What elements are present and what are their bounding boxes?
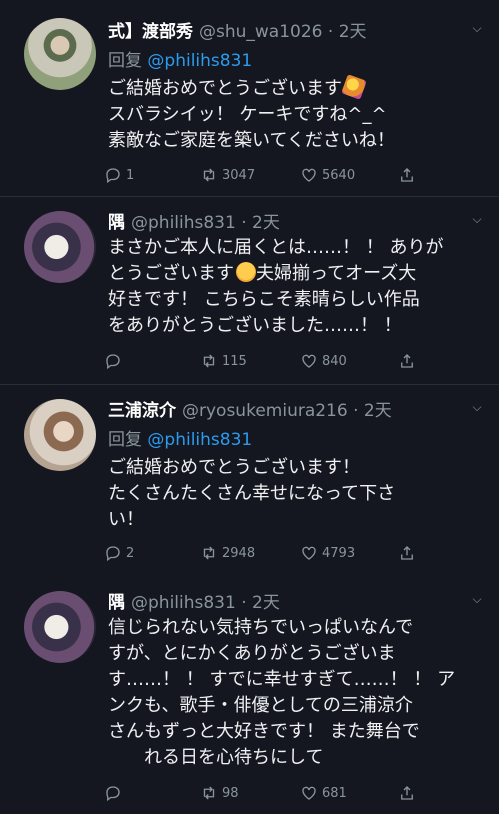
tweet-line: すが、とにかくありがとうございま — [108, 643, 396, 664]
retweet-icon — [203, 168, 215, 182]
reply-prefix: 回复 — [108, 430, 142, 450]
heart-icon — [302, 786, 316, 800]
tweet[interactable]: 式】渡部秀 @shu_wa1026 · 2天 ⌵ 回复 @philihs831 … — [0, 0, 499, 195]
tweet-line: ご結婚おめでとうございます！ — [108, 457, 360, 478]
mention-link[interactable]: @philihs831 — [147, 430, 252, 450]
tweet-line: まさかご本人に届くとは……！ ！ ありが — [108, 237, 444, 258]
tweet-line: れる日を心待ちにして — [144, 747, 324, 768]
share-button[interactable] — [398, 166, 420, 184]
tweet[interactable]: 隅 @philihs831 · 2天 ⌵ 信じられない気持ちでいっぱいなんで す… — [0, 583, 499, 814]
chevron-down-icon[interactable]: ⌵ — [467, 589, 487, 609]
action-bar: 2 2948 4793 — [104, 542, 424, 564]
reply-icon — [106, 546, 120, 562]
reply-button[interactable] — [104, 352, 126, 370]
chevron-down-icon[interactable]: ⌵ — [467, 397, 487, 417]
share-button[interactable] — [398, 544, 420, 562]
tweet-text: ご結婚おめでとうございます スバラシイッ！ ケーキですね^_^ 素敵なご家庭を築… — [108, 74, 468, 154]
tweet-text: まさかご本人に届くとは……！ ！ ありが とうございます 夫婦揃ってオーズ大 好き… — [108, 235, 468, 339]
avatar[interactable] — [24, 591, 96, 663]
reply-button[interactable] — [104, 784, 126, 802]
chevron-down-icon[interactable]: ⌵ — [467, 18, 487, 38]
tweet-line: 素敵なご家庭を築いてくださいね！ — [108, 130, 395, 151]
loudly-crying-face-icon — [236, 262, 256, 282]
party-popper-icon — [341, 74, 367, 100]
like-count: 681 — [322, 785, 347, 801]
like-count: 5640 — [322, 167, 356, 183]
like-button[interactable]: 5640 — [300, 166, 355, 184]
action-bar: 98 681 — [104, 782, 424, 804]
reply-button[interactable]: 1 — [104, 166, 134, 184]
tweet[interactable]: 隅 @philihs831 · 2天 ⌵ まさかご本人に届くとは……！ ！ あり… — [0, 197, 499, 383]
tweet-header: 隅 @philihs831 · 2天 — [108, 588, 280, 613]
display-name[interactable]: 隅 — [108, 588, 125, 613]
display-name[interactable]: 式】渡部秀 — [108, 17, 193, 42]
display-name[interactable]: 隅 — [108, 208, 125, 233]
tweet-line: ご結婚おめでとうございます — [108, 78, 342, 99]
reply-icon — [106, 168, 120, 184]
tweet-line: 信じられない気持ちでいっぱいなんで — [108, 617, 414, 638]
like-count: 4793 — [322, 545, 356, 561]
retweet-button[interactable]: 115 — [200, 352, 247, 370]
share-icon — [401, 546, 413, 560]
retweet-count: 3047 — [222, 167, 256, 183]
tweet-line: とうございます — [108, 263, 234, 284]
retweet-count: 98 — [222, 785, 239, 801]
reply-button[interactable]: 2 — [104, 544, 134, 562]
tweet-line: 好きです！ こちらこそ素晴らしい作品 — [108, 289, 420, 310]
tweet-line: さんもずっと大好きです！ また舞台で — [108, 721, 420, 742]
handle-and-time: @shu_wa1026 · 2天 — [199, 21, 367, 42]
retweet-button[interactable]: 2948 — [200, 544, 255, 562]
display-name[interactable]: 三浦涼介 — [108, 396, 176, 421]
tweet-line: たくさんたくさん幸せになって下さ — [108, 483, 396, 504]
avatar[interactable] — [24, 211, 96, 283]
tweet-line: 夫婦揃ってオーズ大 — [256, 263, 417, 284]
retweet-count: 2948 — [222, 545, 256, 561]
tweet-line: す……！ ！ すでに幸せすぎて……！ ！ ア — [108, 669, 456, 690]
share-button[interactable] — [398, 352, 420, 370]
like-count: 840 — [322, 353, 347, 369]
share-button[interactable] — [398, 784, 420, 802]
action-bar: 1 3047 5640 — [104, 164, 424, 186]
tweet-header: 式】渡部秀 @shu_wa1026 · 2天 — [108, 17, 367, 42]
retweet-icon — [203, 546, 215, 560]
heart-icon — [302, 354, 316, 368]
like-button[interactable]: 4793 — [300, 544, 355, 562]
share-icon — [401, 354, 413, 368]
tweet-header: 三浦涼介 @ryosukemiura216 · 2天 — [108, 396, 392, 421]
retweet-icon — [203, 786, 215, 800]
tweet[interactable]: 三浦涼介 @ryosukemiura216 · 2天 ⌵ 回复 @philihs… — [0, 385, 499, 583]
share-icon — [401, 786, 413, 800]
reply-icon — [106, 354, 120, 370]
action-bar: 115 840 — [104, 350, 424, 372]
reply-count: 1 — [126, 167, 135, 183]
tweet-text: 信じられない気持ちでいっぱいなんで すが、とにかくありがとうございま す……！ … — [108, 615, 468, 771]
retweet-button[interactable]: 3047 — [200, 166, 255, 184]
tweet-text: ご結婚おめでとうございます！ たくさんたくさん幸せになって下さ い！ — [108, 455, 468, 533]
handle-and-time: @ryosukemiura216 · 2天 — [182, 400, 392, 421]
reply-prefix: 回复 — [108, 51, 142, 71]
retweet-button[interactable]: 98 — [200, 784, 239, 802]
tweet-line: スバラシイッ！ ケーキですね^_^ — [108, 104, 387, 125]
share-icon — [401, 168, 413, 182]
tweet-header: 隅 @philihs831 · 2天 — [108, 208, 280, 233]
handle-and-time: @philihs831 · 2天 — [131, 592, 280, 613]
like-button[interactable]: 840 — [300, 352, 347, 370]
chevron-down-icon[interactable]: ⌵ — [467, 209, 487, 229]
mention-link[interactable]: @philihs831 — [147, 51, 252, 71]
handle-and-time: @philihs831 · 2天 — [131, 212, 280, 233]
reply-icon — [106, 786, 120, 802]
avatar[interactable] — [24, 399, 96, 471]
tweet-line: をありがとうございました……！ ！ — [108, 315, 402, 336]
tweet-line: ンクも、歌手・俳優としての三浦涼介 — [108, 695, 413, 716]
reply-count: 2 — [126, 545, 135, 561]
heart-icon — [302, 168, 316, 182]
retweet-count: 115 — [222, 353, 247, 369]
reply-context: 回复 @philihs831 — [108, 425, 252, 450]
retweet-icon — [203, 354, 215, 368]
avatar[interactable] — [24, 18, 96, 90]
heart-icon — [302, 546, 316, 560]
reply-context: 回复 @philihs831 — [108, 46, 252, 71]
tweet-line: い！ — [108, 509, 144, 530]
like-button[interactable]: 681 — [300, 784, 347, 802]
